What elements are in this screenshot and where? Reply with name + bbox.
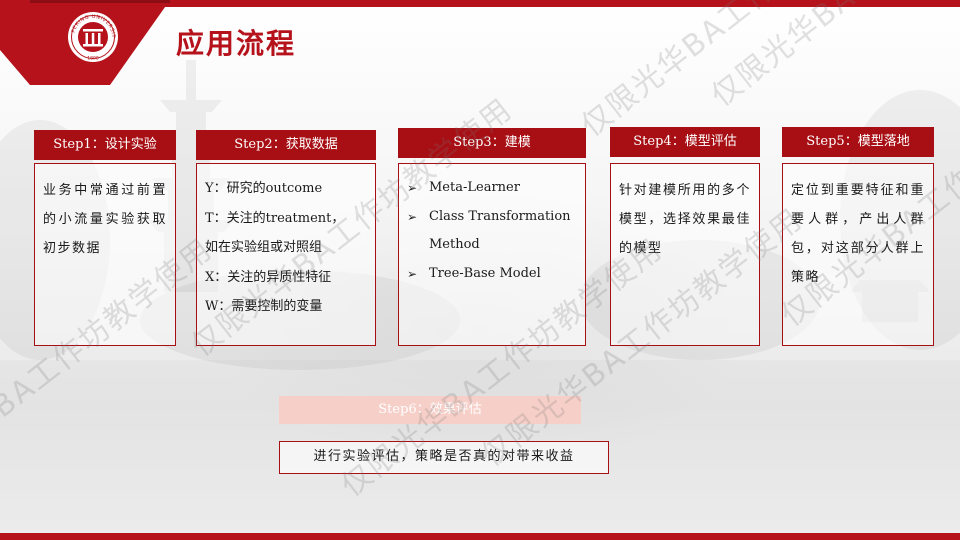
step2-line: Y：研究的outcome — [205, 181, 323, 196]
step4-header: Step4：模型评估 — [610, 127, 760, 157]
step4-text: 针对建模所用的多个模型，选择效果最佳的模型 — [619, 183, 751, 256]
step1-text: 业务中常通过前置的小流量实验获取初步数据 — [43, 183, 167, 256]
step1-box: 业务中常通过前置的小流量实验获取初步数据 — [34, 163, 176, 346]
step2-line: X：关注的异质性特征 — [205, 269, 332, 285]
arrow-bullet-icon: ➢ — [407, 181, 418, 195]
step3-header: Step3：建模 — [398, 128, 586, 158]
step5-box: 定位到重要特征和重要人群，产出人群包，对这部分人群上策略 — [782, 163, 934, 346]
peking-university-logo-icon: PEKING UNIVERSITY 1898 — [66, 10, 118, 62]
step6-box: 进行实验评估，策略是否真的对带来收益 — [279, 441, 609, 474]
step5-header: Step5：模型落地 — [782, 127, 934, 157]
step2-line: W：需要控制的变量 — [205, 299, 323, 314]
bullet-item: ➢ Class Transformation Method — [407, 203, 585, 260]
step4-box: 针对建模所用的多个模型，选择效果最佳的模型 — [610, 163, 760, 346]
arrow-bullet-icon: ➢ — [407, 209, 418, 224]
step3-box: ➢ Meta-Learner ➢ Class Transformation Me… — [398, 163, 586, 346]
bullet-item: ➢ Meta-Learner — [407, 174, 585, 203]
step2-line: T：关注的treatment， — [205, 210, 345, 226]
step1-header: Step1：设计实验 — [34, 130, 176, 160]
bullet-text: Tree-Base Model — [429, 265, 541, 281]
step2-lines: Y：研究的outcome T：关注的treatment， 如在实验组或对照组 X… — [197, 164, 375, 322]
step2-line: 如在实验组或对照组 — [205, 240, 323, 255]
step2-header: Step2：获取数据 — [196, 130, 376, 160]
step3-bullets: ➢ Meta-Learner ➢ Class Transformation Me… — [399, 164, 585, 288]
page-title: 应用流程 — [176, 27, 297, 60]
arrow-bullet-icon: ➢ — [407, 266, 418, 281]
logo-year: 1898 — [87, 56, 99, 62]
step5-text: 定位到重要特征和重要人群，产出人群包，对这部分人群上策略 — [791, 183, 925, 285]
bottom-accent-bar — [0, 533, 960, 540]
step6-header: Step6：效果评估 — [279, 396, 581, 424]
bullet-text: Meta-Learner — [429, 180, 520, 195]
bullet-text: Class Transformation Method — [429, 208, 571, 253]
bullet-item: ➢ Tree-Base Model — [407, 260, 585, 289]
step2-box: Y：研究的outcome T：关注的treatment， 如在实验组或对照组 X… — [196, 163, 376, 346]
